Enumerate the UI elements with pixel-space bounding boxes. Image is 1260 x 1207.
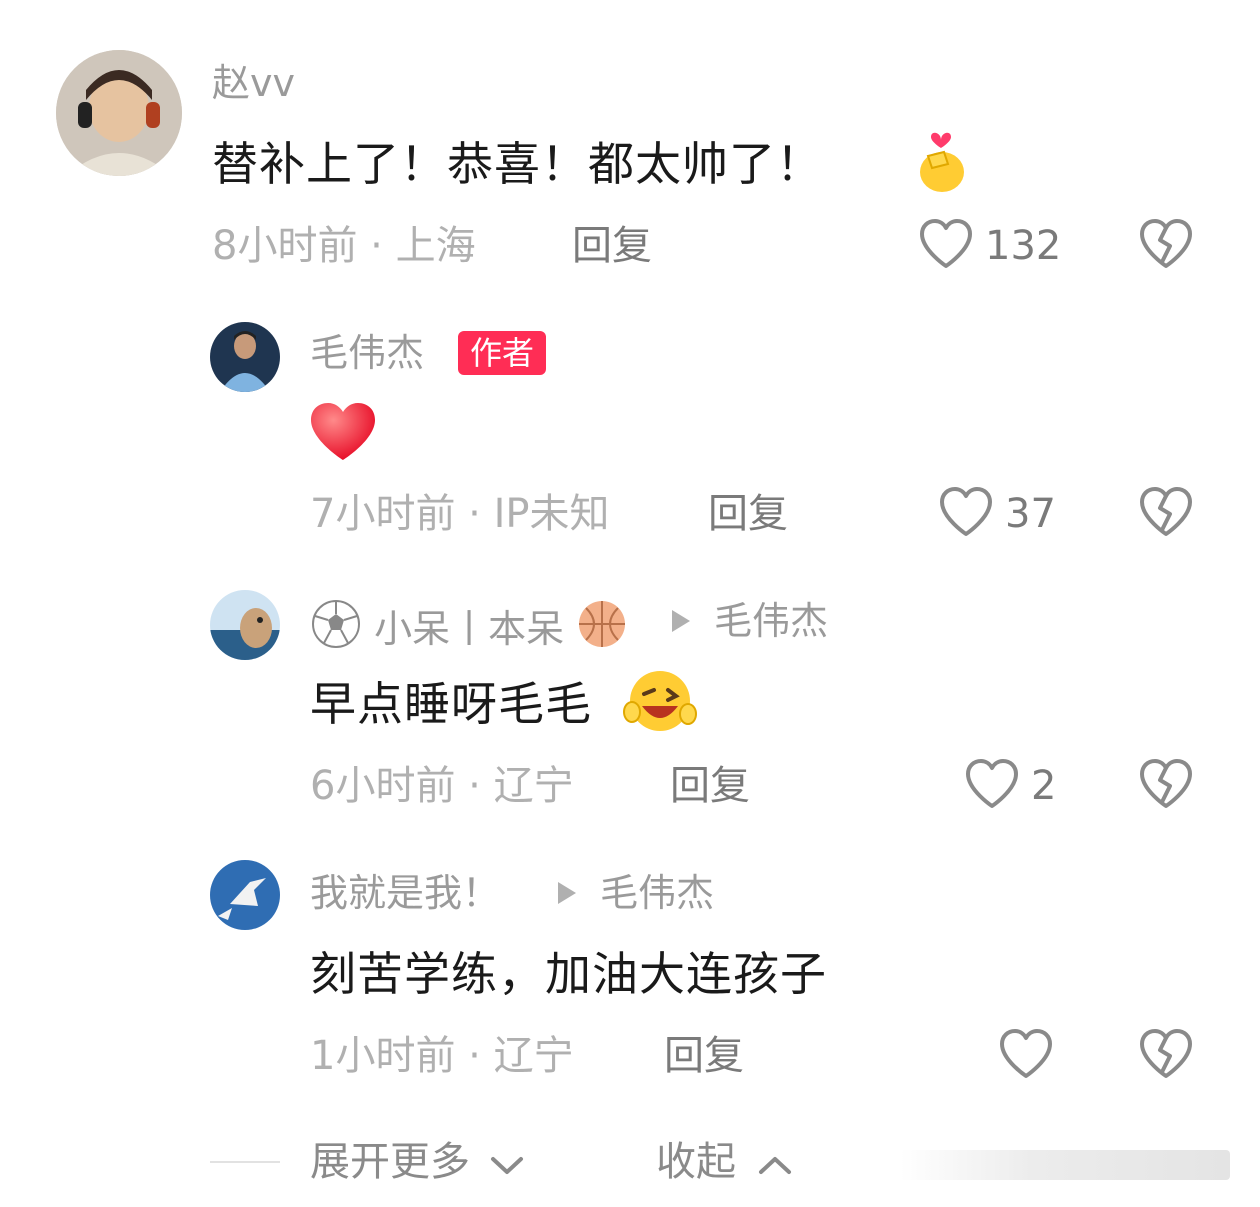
reply-arrow-icon bbox=[558, 882, 576, 904]
dislike-icon[interactable] bbox=[1138, 486, 1194, 538]
like-icon[interactable] bbox=[964, 758, 1020, 810]
comment-username[interactable]: 毛伟杰 bbox=[310, 330, 424, 376]
like-count: 132 bbox=[985, 223, 1062, 269]
like-count: 37 bbox=[1005, 491, 1056, 537]
author-badge: 作者 bbox=[458, 331, 547, 375]
comment-meta: 7小时前 · IP未知 bbox=[310, 490, 610, 538]
dislike-icon[interactable] bbox=[1138, 758, 1194, 810]
comment-meta: 6小时前 · 辽宁 bbox=[310, 762, 574, 810]
meta-separator: · bbox=[370, 223, 396, 269]
comment-location: 辽宁 bbox=[493, 1033, 574, 1079]
comment-text: 早点睡呀毛毛 bbox=[310, 677, 592, 731]
expand-more-button[interactable]: 展开更多 bbox=[310, 1138, 525, 1188]
meta-separator: · bbox=[468, 1033, 494, 1079]
like-icon[interactable] bbox=[918, 218, 974, 270]
comment-username[interactable]: 小呆丨本呆 bbox=[374, 607, 564, 651]
avatar-photo bbox=[210, 860, 280, 930]
reply-arrow-icon bbox=[672, 610, 690, 632]
like-icon[interactable] bbox=[998, 1028, 1054, 1080]
comment-location: 辽宁 bbox=[493, 763, 574, 809]
comment-meta: 8小时前 · 上海 bbox=[212, 222, 476, 270]
meta-separator: · bbox=[468, 491, 494, 537]
reply-button[interactable]: 回复 bbox=[572, 222, 652, 270]
avatar-photo bbox=[56, 50, 182, 176]
chevron-down-icon bbox=[489, 1140, 525, 1188]
avatar[interactable] bbox=[210, 590, 280, 660]
comment-time: 7小时前 bbox=[310, 491, 456, 537]
reply-button[interactable]: 回复 bbox=[664, 1032, 744, 1080]
dislike-icon[interactable] bbox=[1138, 1028, 1194, 1080]
like-icon[interactable] bbox=[938, 486, 994, 538]
comment-location: 上海 bbox=[395, 223, 476, 269]
collapse-label: 收起 bbox=[656, 1139, 736, 1185]
reply-button[interactable]: 回复 bbox=[670, 762, 750, 810]
red-heart-icon bbox=[308, 400, 378, 464]
reply-to-username[interactable]: 毛伟杰 bbox=[714, 598, 828, 644]
meta-separator: · bbox=[468, 763, 494, 809]
comment-username-row: 小呆丨本呆 bbox=[310, 598, 628, 660]
expand-more-label: 展开更多 bbox=[310, 1139, 470, 1185]
comment-meta: 1小时前 · 辽宁 bbox=[310, 1032, 574, 1080]
collapse-button[interactable]: 收起 bbox=[656, 1138, 793, 1188]
avatar-photo bbox=[210, 590, 280, 660]
basketball-icon bbox=[576, 598, 628, 660]
comment-location: IP未知 bbox=[493, 491, 610, 537]
avatar[interactable] bbox=[210, 322, 280, 392]
dislike-icon[interactable] bbox=[1138, 218, 1194, 270]
like-count: 2 bbox=[1031, 763, 1057, 809]
reply-to-username[interactable]: 毛伟杰 bbox=[600, 870, 714, 916]
wink-laugh-icon bbox=[620, 668, 700, 734]
soccer-ball-icon bbox=[310, 598, 362, 660]
chevron-up-icon bbox=[757, 1140, 793, 1188]
comment-username[interactable]: 我就是我！ bbox=[310, 870, 500, 916]
comment-username[interactable]: 赵vv bbox=[212, 60, 295, 106]
avatar[interactable] bbox=[210, 860, 280, 930]
watermark-strip bbox=[900, 1150, 1230, 1180]
avatar-photo bbox=[210, 322, 280, 392]
reply-button[interactable]: 回复 bbox=[708, 490, 788, 538]
comment-time: 6小时前 bbox=[310, 763, 456, 809]
comment-text: 替补上了！恭喜！都太帅了！ bbox=[212, 137, 823, 191]
comment-time: 1小时前 bbox=[310, 1033, 456, 1079]
avatar[interactable] bbox=[56, 50, 182, 176]
comment-time: 8小时前 bbox=[212, 223, 358, 269]
comment-text: 刻苦学练，加油大连孩子 bbox=[310, 947, 827, 1001]
divider-line bbox=[210, 1161, 280, 1163]
finger-heart-icon bbox=[914, 126, 968, 194]
